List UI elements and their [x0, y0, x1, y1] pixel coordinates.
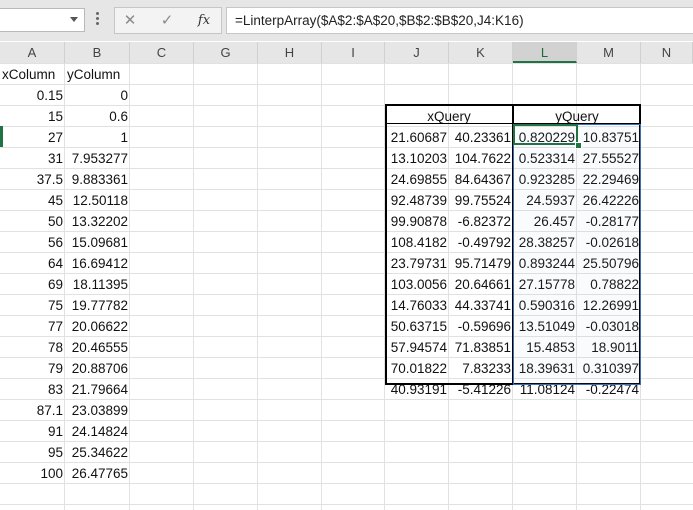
formula-buttons: ✕ ✓ fx — [114, 7, 222, 34]
column-header-a[interactable]: A — [0, 42, 65, 63]
cell-x-value[interactable]: 69 — [0, 274, 65, 295]
cell-x-value[interactable]: 64 — [0, 253, 65, 274]
cell-y-value[interactable]: 7.953277 — [65, 148, 130, 169]
column-header-l[interactable]: L — [513, 42, 577, 63]
cell-y-value[interactable]: 19.77782 — [65, 295, 130, 316]
column-header-b[interactable]: B — [65, 42, 130, 63]
cell-x-value[interactable]: 0.15 — [0, 85, 65, 106]
cell-x-value[interactable]: 45 — [0, 190, 65, 211]
cell-x-value[interactable]: 79 — [0, 358, 65, 379]
cell-x-value[interactable]: 91 — [0, 421, 65, 442]
cell-y-value[interactable]: 24.14824 — [65, 421, 130, 442]
cell-y-value[interactable]: 23.03899 — [65, 400, 130, 421]
gridline-vertical — [193, 64, 194, 510]
name-box[interactable] — [0, 8, 85, 32]
cell-y-value[interactable]: 0 — [65, 85, 130, 106]
column-header-h[interactable]: H — [258, 42, 322, 63]
column-header-k[interactable]: K — [449, 42, 513, 63]
header-xcolumn[interactable]: xColumn — [0, 64, 65, 85]
formula-bar: ✕ ✓ fx =LinterpArray($A$2:$A$20,$B$2:$B$… — [0, 0, 693, 41]
cell-x-value[interactable]: 77 — [0, 316, 65, 337]
column-header-j[interactable]: J — [385, 42, 449, 63]
column-header-c[interactable]: C — [130, 42, 194, 63]
more-options-icon[interactable] — [93, 10, 101, 30]
gridline-horizontal — [0, 504, 693, 505]
cell-x-value[interactable]: 87.1 — [0, 400, 65, 421]
enter-icon[interactable]: ✓ — [156, 11, 178, 31]
name-box-dropdown-icon[interactable] — [70, 17, 78, 22]
cell-x-value[interactable]: 83 — [0, 379, 65, 400]
cell-x-value[interactable]: 56 — [0, 232, 65, 253]
cell-x-value[interactable]: 37.5 — [0, 169, 65, 190]
column-header-g[interactable]: G — [194, 42, 258, 63]
cell-x-value[interactable]: 75 — [0, 295, 65, 316]
cell-y-value[interactable]: 9.883361 — [65, 169, 130, 190]
column-header-bar: ABCGHIJKLMN — [0, 42, 693, 64]
cell-y-value[interactable]: 20.46555 — [65, 337, 130, 358]
cell-y-value[interactable]: 0.6 — [65, 106, 130, 127]
cell-x-value[interactable]: 100 — [0, 463, 65, 484]
formula-input[interactable]: =LinterpArray($A$2:$A$20,$B$2:$B$20,J4:K… — [226, 7, 693, 34]
cell-x-value[interactable]: 31 — [0, 148, 65, 169]
cell-x-value[interactable]: 15 — [0, 106, 65, 127]
worksheet-grid[interactable]: xColumn yColumn 0.15 0 15 0.6 27 1 31 7.953277 37.… — [0, 63, 693, 510]
cell-y-value[interactable]: 12.50118 — [65, 190, 130, 211]
cell-y-value[interactable]: 20.88706 — [65, 358, 130, 379]
cell-y-value[interactable]: 26.47765 — [65, 463, 130, 484]
cell-y-value[interactable]: 21.79664 — [65, 379, 130, 400]
cell-x-value[interactable]: 27 — [0, 127, 65, 148]
header-ycolumn[interactable]: yColumn — [65, 64, 130, 85]
cancel-icon[interactable]: ✕ — [119, 11, 141, 31]
cell-y-value[interactable]: 16.69412 — [65, 253, 130, 274]
cell-x-value[interactable]: 95 — [0, 442, 65, 463]
cell-x-value[interactable]: 50 — [0, 211, 65, 232]
cell-y-value[interactable]: 20.06622 — [65, 316, 130, 337]
cell-y-value[interactable]: 15.09681 — [65, 232, 130, 253]
column-header-n[interactable]: N — [641, 42, 693, 63]
fill-handle[interactable] — [575, 142, 582, 149]
cell-y-value[interactable]: 13.32202 — [65, 211, 130, 232]
column-header-i[interactable]: I — [322, 42, 385, 63]
active-cell[interactable] — [513, 124, 578, 145]
cell-y-value[interactable]: 25.34622 — [65, 442, 130, 463]
gridline-vertical — [257, 64, 258, 510]
gridline-vertical — [321, 64, 322, 510]
cell-y-value[interactable]: 18.11395 — [65, 274, 130, 295]
cell-x-value[interactable]: 78 — [0, 337, 65, 358]
insert-function-button[interactable]: fx — [193, 11, 215, 31]
cell-y-value[interactable]: 1 — [65, 127, 130, 148]
column-header-m[interactable]: M — [577, 42, 641, 63]
selected-range — [513, 124, 641, 385]
